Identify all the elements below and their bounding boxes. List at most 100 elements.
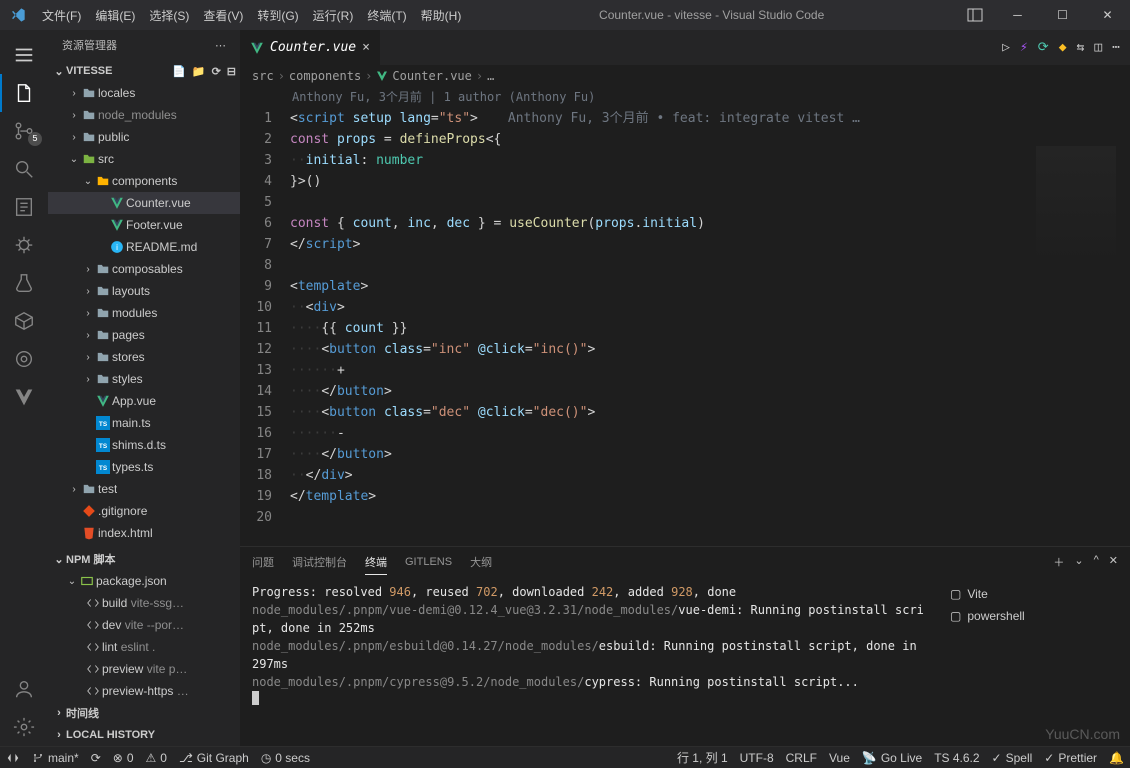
tree-item[interactable]: index.html: [48, 522, 240, 544]
npm-script[interactable]: preview vite p…: [48, 658, 240, 680]
npm-script[interactable]: build vite-ssg…: [48, 592, 240, 614]
menu-item[interactable]: 选择(S): [142, 7, 196, 24]
account-icon[interactable]: [0, 670, 48, 708]
statusbar-item[interactable]: 🔔: [1109, 751, 1124, 765]
gitlens-icon[interactable]: [0, 340, 48, 378]
maximize-button[interactable]: ☐: [1040, 0, 1085, 30]
more-icon[interactable]: ⋯: [215, 39, 226, 52]
tree-item[interactable]: ›composables: [48, 258, 240, 280]
close-panel-icon[interactable]: ✕: [1109, 554, 1118, 570]
tree-item[interactable]: ›test: [48, 478, 240, 500]
timeline-section[interactable]: › 时间线: [48, 702, 240, 724]
minimize-button[interactable]: ─: [995, 0, 1040, 30]
menu-item[interactable]: 编辑(E): [88, 7, 142, 24]
tree-item[interactable]: ⌄components: [48, 170, 240, 192]
scm-icon[interactable]: 5: [0, 112, 48, 150]
tree-item[interactable]: ›modules: [48, 302, 240, 324]
code-editor[interactable]: 1234567891011121314151617181920 <script …: [240, 108, 1130, 546]
close-tab-icon[interactable]: ×: [362, 40, 370, 55]
dropdown-icon[interactable]: ⌄: [1074, 554, 1083, 570]
code-content[interactable]: <script setup lang="ts">Anthony Fu, 3个月前…: [290, 108, 1130, 546]
statusbar-item[interactable]: ⟳: [91, 751, 101, 765]
settings-icon[interactable]: [0, 708, 48, 746]
vitest-icon[interactable]: ◆: [1059, 40, 1067, 55]
tree-item[interactable]: ›stores: [48, 346, 240, 368]
panel-tab[interactable]: 调试控制台: [292, 550, 347, 574]
statusbar-item[interactable]: ✓Prettier: [1044, 751, 1097, 765]
new-file-icon[interactable]: 📄: [172, 65, 186, 78]
statusbar-item[interactable]: ✓Spell: [992, 751, 1033, 765]
tab-counter-vue[interactable]: Counter.vue ×: [240, 30, 381, 65]
statusbar-item[interactable]: CRLF: [786, 751, 817, 765]
tree-item[interactable]: ›styles: [48, 368, 240, 390]
statusbar-item[interactable]: ⚠0: [146, 751, 167, 765]
compare-icon[interactable]: ⇆: [1077, 40, 1085, 55]
new-folder-icon[interactable]: 📁: [192, 65, 206, 78]
statusbar-item[interactable]: ⎇Git Graph: [179, 751, 249, 765]
terminal[interactable]: Progress: resolved 946, reused 702, down…: [240, 577, 940, 746]
statusbar-item[interactable]: ◷0 secs: [261, 751, 310, 765]
tree-item[interactable]: TSmain.ts: [48, 412, 240, 434]
new-terminal-icon[interactable]: ＋: [1053, 554, 1064, 570]
statusbar-item[interactable]: [6, 751, 20, 765]
vue-icon[interactable]: [0, 378, 48, 416]
maximize-panel-icon[interactable]: ^: [1094, 554, 1099, 570]
npm-script[interactable]: dev vite --por…: [48, 614, 240, 636]
vite-icon[interactable]: ⚡: [1020, 40, 1028, 55]
tree-item[interactable]: ›public: [48, 126, 240, 148]
terminal-session[interactable]: ▢powershell: [950, 605, 1120, 627]
npm-package[interactable]: ⌄package.json: [48, 570, 240, 592]
menu-item[interactable]: 运行(R): [306, 7, 361, 24]
menu-item[interactable]: 转到(G): [250, 7, 305, 24]
menu-item[interactable]: 查看(V): [196, 7, 250, 24]
tree-item[interactable]: .gitignore: [48, 500, 240, 522]
tree-item[interactable]: App.vue: [48, 390, 240, 412]
layout-icon[interactable]: [955, 7, 995, 23]
refresh-icon[interactable]: ⟳: [1038, 40, 1049, 55]
panel-tab[interactable]: 大纲: [470, 550, 492, 574]
refresh-icon[interactable]: ⟳: [212, 65, 221, 78]
tree-item[interactable]: Counter.vue: [48, 192, 240, 214]
statusbar-item[interactable]: 📡Go Live: [862, 751, 922, 765]
tree-item[interactable]: ›layouts: [48, 280, 240, 302]
run-icon[interactable]: ▷: [1002, 40, 1010, 55]
npm-script[interactable]: preview-https …: [48, 680, 240, 702]
test-icon[interactable]: [0, 264, 48, 302]
breadcrumb[interactable]: src› components› Counter.vue› …: [240, 65, 1130, 87]
statusbar-item[interactable]: 行 1, 列 1: [677, 749, 728, 766]
terminal-session[interactable]: ▢Vite: [950, 583, 1120, 605]
local-history-section[interactable]: › LOCAL HISTORY: [48, 724, 240, 746]
collapse-icon[interactable]: ⊟: [227, 65, 236, 78]
menu-item[interactable]: 帮助(H): [414, 7, 469, 24]
tree-item[interactable]: ›locales: [48, 82, 240, 104]
minimap[interactable]: [1036, 146, 1116, 266]
tree-item[interactable]: ⌄src: [48, 148, 240, 170]
npm-section[interactable]: ⌄ NPM 脚本: [48, 548, 240, 570]
tree-item[interactable]: TStypes.ts: [48, 456, 240, 478]
menu-icon[interactable]: [0, 36, 48, 74]
statusbar-item[interactable]: Vue: [829, 751, 850, 765]
tree-item[interactable]: ›node_modules: [48, 104, 240, 126]
panel-tab[interactable]: GITLENS: [405, 552, 452, 572]
explorer-icon[interactable]: [0, 74, 48, 112]
todo-icon[interactable]: [0, 188, 48, 226]
statusbar-item[interactable]: TS 4.6.2: [934, 751, 979, 765]
tree-item[interactable]: iREADME.md: [48, 236, 240, 258]
split-icon[interactable]: ◫: [1094, 40, 1102, 55]
statusbar-item[interactable]: UTF-8: [740, 751, 774, 765]
search-icon[interactable]: [0, 150, 48, 188]
statusbar-item[interactable]: ⊗0: [113, 751, 134, 765]
project-section[interactable]: ⌄ VITESSE 📄 📁 ⟳ ⊟: [48, 60, 240, 82]
menu-item[interactable]: 终端(T): [360, 7, 413, 24]
debug-icon[interactable]: [0, 226, 48, 264]
menu-item[interactable]: 文件(F): [35, 7, 88, 24]
panel-tab[interactable]: 终端: [365, 550, 387, 575]
npm-script[interactable]: lint eslint .: [48, 636, 240, 658]
statusbar-item[interactable]: main*: [32, 751, 79, 765]
tree-item[interactable]: Footer.vue: [48, 214, 240, 236]
tree-item[interactable]: TSshims.d.ts: [48, 434, 240, 456]
tree-item[interactable]: ›pages: [48, 324, 240, 346]
panel-tab[interactable]: 问题: [252, 550, 274, 574]
close-button[interactable]: ✕: [1085, 0, 1130, 30]
more-icon[interactable]: ⋯: [1112, 40, 1120, 55]
